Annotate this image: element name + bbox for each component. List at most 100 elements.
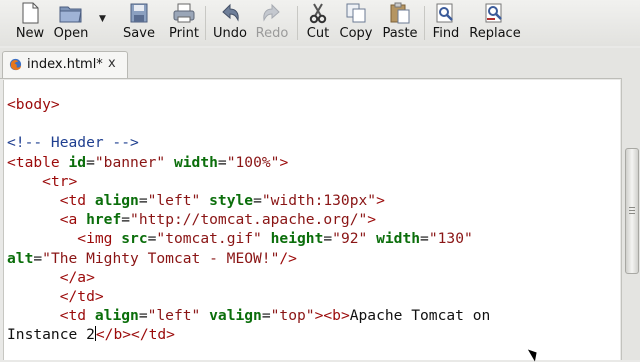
copy-label: Copy [339,26,373,41]
open-dropdown-arrow-icon[interactable]: ▼ [99,14,106,24]
code-tag: <body> [7,96,60,113]
code-value: "The Mighty Tomcat - MEOW!" [42,249,280,267]
paste-icon [390,2,410,24]
code-equals: = [138,192,148,210]
tab-close-icon[interactable]: x [108,56,116,71]
code-equals: = [420,230,429,248]
toolbar-separator [297,6,298,40]
firefox-icon [9,58,22,71]
print-icon [173,3,195,23]
code-attribute: src [121,230,148,248]
copy-button[interactable]: Copy [338,0,374,46]
cut-label: Cut [306,26,330,41]
code-text-content: Apache Tomcat on [349,307,491,325]
code-comment: <!-- Header --> [7,134,139,152]
code-tag: </a> [59,268,95,286]
code-attribute: alt [7,249,34,267]
code-attribute: width [376,230,421,248]
redo-icon [263,3,280,22]
toolbar: New Open ▼ Save Print Undo Redo Cut Copy… [0,0,640,46]
tab-index-html[interactable]: index.html* x [2,51,128,78]
code-value: "left" [147,307,201,325]
redo-button[interactable]: Redo [252,0,292,46]
scrollbar-grip [629,210,635,211]
code-equals: = [121,211,131,229]
code-tag: > [376,192,385,210]
code-tag: </b> [95,326,132,344]
open-label: Open [53,26,89,41]
code-attribute: height [270,230,324,248]
document-tab-bar: index.html* x [0,48,640,79]
save-button[interactable]: Save [120,0,158,46]
code-equals: = [253,192,262,210]
find-label: Find [432,26,460,41]
undo-icon [222,3,239,22]
toolbar-separator [424,6,425,40]
open-button[interactable]: Open [50,0,92,46]
code-attribute: valign [209,307,262,325]
code-value: "http://tomcat.apache.org/" [130,211,368,229]
print-label: Print [169,26,199,41]
code-tag: > [367,211,377,229]
new-label: New [15,26,45,41]
code-text[interactable]: <body> <!-- Header --> <table id="banner… [7,95,490,345]
scrollbar-thumb[interactable] [625,148,639,274]
code-attribute: align [94,192,139,210]
save-icon [130,3,148,23]
code-tag: <img [77,230,113,248]
scrollbar-grip [629,207,635,208]
code-tag: </td> [59,288,104,306]
code-tag: <td [59,192,87,210]
code-equals: = [33,249,43,267]
find-icon [436,3,453,23]
code-tag: <tr> [42,172,78,190]
code-value: "tomcat.gif" [156,230,262,248]
code-value: "92" [332,230,368,248]
find-button[interactable]: Find [428,0,464,46]
code-text-content: Instance 2 [7,326,95,344]
code-equals: = [323,230,333,248]
code-attribute: align [94,307,139,325]
code-attribute: id [68,153,87,171]
code-value: "100%" [226,153,280,171]
code-equals: = [261,307,271,325]
code-attribute: style [209,192,254,210]
replace-label: Replace [469,26,521,41]
code-attribute: width [173,153,218,171]
code-tag: > [279,153,289,171]
code-value: "left" [147,192,201,210]
code-equals: = [86,153,95,171]
code-tag: <table [7,153,60,171]
copy-icon [346,3,366,23]
code-tag: </td> [131,326,175,344]
vertical-scrollbar[interactable] [621,78,640,360]
replace-icon [485,3,502,23]
save-label: Save [123,26,155,41]
new-document-icon [22,2,39,24]
code-tag: <a [59,211,78,229]
code-value: "top" [270,307,315,325]
redo-label: Redo [255,26,289,41]
paste-button[interactable]: Paste [380,0,420,46]
tab-title: index.html* [27,57,103,72]
code-attribute: href [86,211,122,229]
undo-label: Undo [213,26,247,41]
code-value: "banner" [94,153,166,171]
code-tag: /> [279,249,297,267]
code-value: "130" [428,230,473,248]
cut-button[interactable]: Cut [302,0,334,46]
code-tag: <td [59,307,87,325]
code-tag: <b> [323,307,350,325]
paste-label: Paste [382,26,418,41]
undo-button[interactable]: Undo [210,0,250,46]
new-button[interactable]: New [10,0,50,46]
print-button[interactable]: Print [166,0,202,46]
scrollbar-grip [629,213,635,214]
code-equals: = [138,307,148,325]
replace-button[interactable]: Replace [466,0,524,46]
code-editor[interactable]: <body> <!-- Header --> <table id="banner… [3,80,620,360]
code-equals: = [217,153,227,171]
open-folder-icon [59,6,82,23]
cut-icon [309,3,327,24]
toolbar-separator [205,6,206,40]
